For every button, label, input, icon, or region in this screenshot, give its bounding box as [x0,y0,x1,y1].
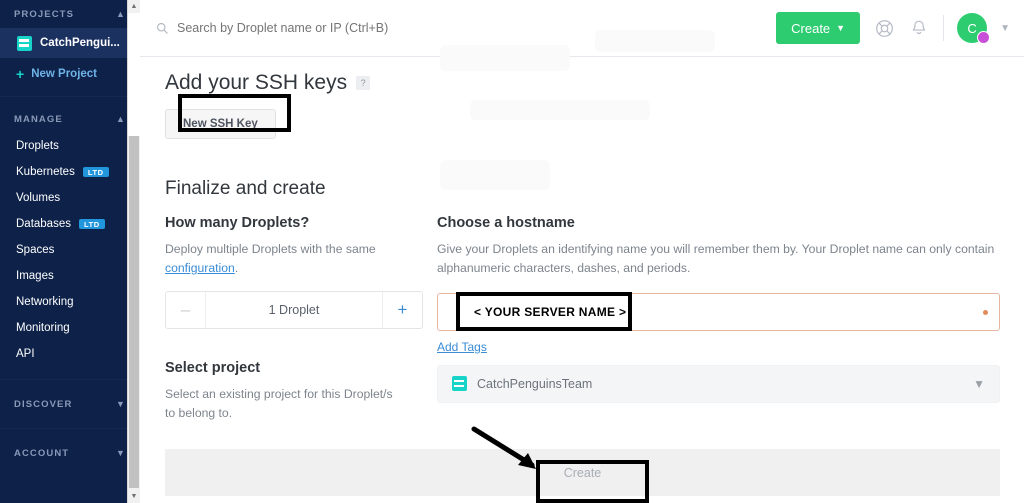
page-title: Add your SSH keys ? [165,71,1000,95]
sidebar-section-manage[interactable]: MANAGE ▲ [0,105,140,133]
project-select-value: CatchPenguinsTeam [477,376,593,391]
notifications-button[interactable] [908,17,930,39]
add-tags-link[interactable]: Add Tags [437,340,487,354]
chevron-down-icon: ▼ [836,23,846,33]
sidebar-item-volumes[interactable]: Volumes [0,185,140,211]
ltd-badge: LTD [82,166,109,178]
scroll-up-arrow-icon[interactable]: ▲ [128,0,140,13]
sidebar-item-label: Networking [16,296,74,308]
sidebar-item-monitoring[interactable]: Monitoring [0,315,140,341]
sidebar-divider-1 [0,96,140,97]
increment-droplets-button[interactable]: + [382,291,422,328]
chevron-down-icon: ▼ [115,398,126,409]
project-select[interactable]: CatchPenguinsTeam ▼ [437,364,1000,403]
sidebar-item-api[interactable]: API [0,341,140,367]
sidebar-item-catchpenguins-project[interactable]: CatchPengui... [0,28,140,58]
droplets-count-title: How many Droplets? [165,215,310,231]
sidebar-section-discover-label: DISCOVER [14,398,73,410]
search-input[interactable] [177,21,517,35]
droplet-create-page: PROJECTS ▲ CatchPengui... + New Project … [0,0,1024,503]
avatar[interactable]: C [957,13,991,44]
sidebar-divider-3 [0,428,140,429]
droplet-quantity-value: 1 Droplet [268,302,320,317]
select-project-title: Select project [165,359,261,376]
configuration-link[interactable]: configuration [165,261,235,275]
scrollbar-thumb[interactable] [129,136,139,488]
sidebar-item-kubernetes[interactable]: Kubernetes LTD [0,159,140,185]
chevron-up-icon: ▲ [115,113,126,124]
sidebar-new-project-button[interactable]: + New Project [0,58,140,90]
finalize-heading: Finalize and create [165,178,326,199]
scrollbar-track-top[interactable] [128,13,140,136]
page-body: Add your SSH keys ? New SSH Key Finalize… [140,71,1024,423]
sidebar-item-droplets[interactable]: Droplets [0,133,140,159]
sidebar-item-label: Volumes [16,192,61,204]
topbar-divider [943,15,945,41]
bell-icon [912,20,926,35]
sidebar-item-label: Images [16,270,54,282]
create-button[interactable]: Create ▼ [776,12,861,44]
finalize-left-column: How many Droplets? Deploy multiple Dropl… [165,215,437,423]
lifering-icon [875,19,893,37]
project-icon [452,376,467,392]
project-icon [17,35,32,51]
sidebar-item-label: API [16,348,35,360]
droplets-count-desc: Deploy multiple Droplets with the same c… [165,240,405,278]
help-tooltip-icon[interactable]: ? [356,76,371,90]
sidebar-item-databases[interactable]: Databases LTD [0,211,140,237]
ssh-heading-text: Add your SSH keys [165,71,348,94]
footer-action-bar: Create [165,449,1000,496]
create-button-label: Create [791,20,831,36]
sidebar-item-label: Droplets [16,140,59,152]
avatar-status-badge [977,31,991,44]
annotation-label-server-name: < YOUR SERVER NAME > [456,292,632,331]
help-button[interactable] [873,17,895,39]
sidebar-item-images[interactable]: Images [0,263,140,289]
chevron-up-icon: ▲ [115,8,126,19]
sidebar: PROJECTS ▲ CatchPengui... + New Project … [0,0,140,503]
plus-icon: + [16,66,25,82]
sidebar-item-label: Monitoring [16,322,70,334]
background-artifact [440,45,570,71]
topbar-actions: Create ▼ C ▼ [776,12,1010,44]
sidebar-section-manage-label: MANAGE [14,113,63,125]
main-content: Create ▼ [140,0,1024,503]
search-icon [157,22,168,34]
droplets-desc-period: . [234,260,239,275]
sidebar-item-label: Databases [16,218,71,230]
chevron-down-icon[interactable]: ▼ [1000,23,1010,34]
sidebar-item-label: Kubernetes [16,166,75,178]
chevron-down-icon: ▼ [115,447,126,458]
droplets-desc-text: Deploy multiple Droplets with the same [165,242,376,256]
sidebar-item-label: Spaces [16,244,55,256]
background-artifact [595,30,715,52]
footer-create-button[interactable]: Create [564,466,602,480]
sidebar-section-account-label: ACCOUNT [14,447,70,459]
sidebar-project-label: CatchPengui... [40,37,120,49]
chevron-down-icon: ▼ [973,376,985,391]
droplet-quantity-stepper: – 1 Droplet + [165,290,423,329]
hostname-desc: Give your Droplets an identifying name y… [437,242,995,275]
sidebar-section-discover[interactable]: DISCOVER ▼ [0,390,140,418]
sidebar-section-projects[interactable]: PROJECTS ▲ [0,0,140,28]
sidebar-item-networking[interactable]: Networking [0,289,140,315]
sidebar-scrollbar[interactable]: ▲ ▼ [127,0,140,503]
scroll-down-arrow-icon[interactable]: ▼ [128,490,140,503]
select-project-desc: Select an existing project for this Drop… [165,386,393,420]
topbar: Create ▼ [140,0,1024,57]
sidebar-divider-2 [0,379,140,380]
sidebar-section-projects-label: PROJECTS [14,8,75,20]
sidebar-section-account[interactable]: ACCOUNT ▼ [0,439,140,467]
ltd-badge: LTD [78,218,105,230]
sidebar-item-spaces[interactable]: Spaces [0,237,140,263]
required-indicator-icon [983,309,988,315]
new-ssh-key-button[interactable]: New SSH Key [165,109,276,139]
sidebar-new-project-label: New Project [31,68,98,80]
hostname-title: Choose a hostname [437,215,575,231]
decrement-droplets-button[interactable]: – [166,291,206,328]
